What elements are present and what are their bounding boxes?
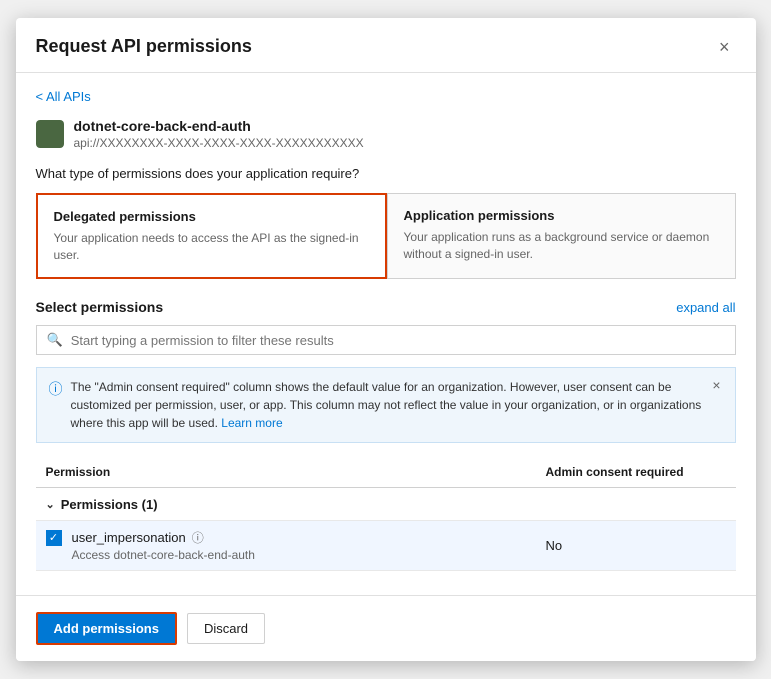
search-box: 🔍 <box>36 325 736 355</box>
info-banner: ⓘ The "Admin consent required" column sh… <box>36 367 736 443</box>
delegated-permissions-desc: Your application needs to access the API… <box>54 230 369 264</box>
permission-types: Delegated permissions Your application n… <box>36 193 736 280</box>
api-name: dotnet-core-back-end-auth <box>74 118 364 134</box>
permission-column-header: Permission <box>36 457 536 488</box>
chevron-down-icon: ⌄ <box>46 498 55 511</box>
select-permissions-label: Select permissions <box>36 299 164 315</box>
api-info: dotnet-core-back-end-auth api://XXXXXXXX… <box>36 118 736 150</box>
perm-name-info: user_impersonation ⓘ Access dotnet-core-… <box>72 529 255 562</box>
api-details: dotnet-core-back-end-auth api://XXXXXXXX… <box>74 118 364 150</box>
group-name: Permissions (1) <box>61 497 158 512</box>
admin-consent-value: No <box>536 521 736 571</box>
dialog-header: Request API permissions × <box>16 18 756 73</box>
group-toggle[interactable]: ⌄ Permissions (1) <box>46 497 158 512</box>
dialog: Request API permissions × < All APIs dot… <box>16 18 756 662</box>
table-head: Permission Admin consent required <box>36 457 736 488</box>
permission-group-row: ⌄ Permissions (1) <box>36 488 736 521</box>
api-icon <box>36 120 64 148</box>
permission-info-icon[interactable]: ⓘ <box>192 529 204 546</box>
dialog-title: Request API permissions <box>36 36 252 57</box>
close-button[interactable]: × <box>713 36 736 58</box>
info-banner-text: The "Admin consent required" column show… <box>71 378 703 432</box>
application-permissions-card[interactable]: Application permissions Your application… <box>387 193 736 280</box>
dialog-body: < All APIs dotnet-core-back-end-auth api… <box>16 73 756 596</box>
perm-name-cell: ✓ user_impersonation ⓘ Access dotnet-cor… <box>46 529 526 562</box>
permissions-table: Permission Admin consent required ⌄ Perm… <box>36 457 736 571</box>
delegated-permissions-title: Delegated permissions <box>54 209 369 224</box>
learn-more-link[interactable]: Learn more <box>221 416 282 430</box>
discard-button[interactable]: Discard <box>187 613 265 644</box>
expand-all-link[interactable]: expand all <box>676 300 735 315</box>
info-icon: ⓘ <box>49 379 63 400</box>
search-icon: 🔍 <box>47 332 63 348</box>
application-permissions-title: Application permissions <box>404 208 719 223</box>
select-permissions-header: Select permissions expand all <box>36 299 736 315</box>
add-permissions-button[interactable]: Add permissions <box>36 612 177 645</box>
application-permissions-desc: Your application runs as a background se… <box>404 229 719 263</box>
permission-checkbox[interactable]: ✓ <box>46 530 62 546</box>
info-banner-close-button[interactable]: × <box>710 378 722 392</box>
permission-type-question: What type of permissions does your appli… <box>36 166 736 181</box>
table-header-row: Permission Admin consent required <box>36 457 736 488</box>
dialog-footer: Add permissions Discard <box>16 595 756 661</box>
delegated-permissions-card[interactable]: Delegated permissions Your application n… <box>36 193 387 280</box>
search-input[interactable] <box>71 333 725 348</box>
table-body: ⌄ Permissions (1) ✓ <box>36 488 736 571</box>
permission-name-cell: ✓ user_impersonation ⓘ Access dotnet-cor… <box>36 521 536 571</box>
permission-name: user_impersonation <box>72 530 186 545</box>
api-uri: api://XXXXXXXX-XXXX-XXXX-XXXX-XXXXXXXXXX… <box>74 136 364 150</box>
admin-consent-column-header: Admin consent required <box>536 457 736 488</box>
permission-description: Access dotnet-core-back-end-auth <box>72 548 255 562</box>
all-apis-link[interactable]: < All APIs <box>36 89 91 104</box>
table-row: ✓ user_impersonation ⓘ Access dotnet-cor… <box>36 521 736 571</box>
